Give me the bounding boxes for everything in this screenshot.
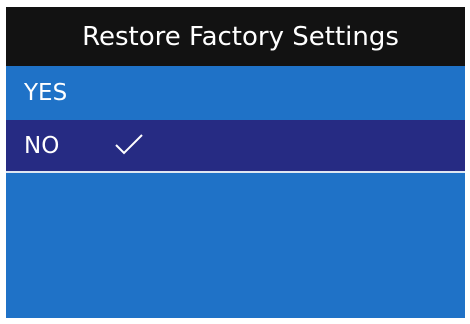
menu-item-label: YES	[24, 80, 68, 106]
menu-item-no[interactable]: NO	[6, 120, 465, 171]
divider	[6, 171, 465, 173]
menu-item-label: NO	[24, 132, 60, 159]
check-icon	[115, 134, 143, 155]
menu-item-yes[interactable]: YES	[6, 66, 465, 120]
device-screen: Restore Factory Settings YES NO	[6, 7, 465, 318]
title-bar: Restore Factory Settings	[6, 7, 465, 66]
page-title: Restore Factory Settings	[82, 21, 399, 52]
